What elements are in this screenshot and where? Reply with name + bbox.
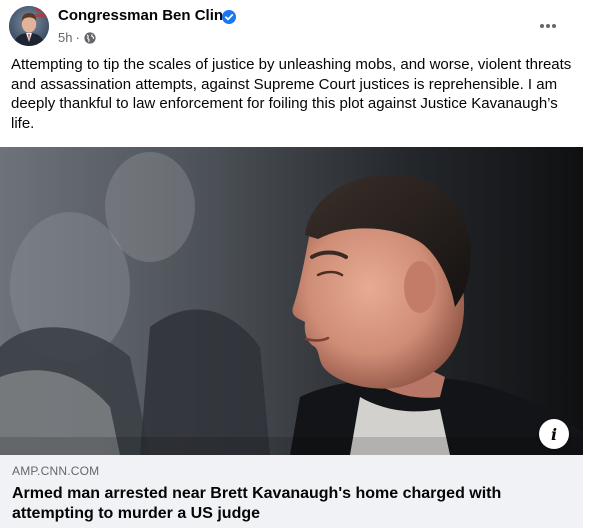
avatar-photo [9, 6, 49, 46]
post-timestamp[interactable]: 5h [58, 30, 72, 45]
facebook-post: Congressman Ben Cline 5h · Attempting to… [0, 0, 589, 528]
post-header: Congressman Ben Cline 5h · [0, 0, 589, 52]
info-icon: i [550, 424, 558, 444]
link-preview-image[interactable]: i [0, 147, 583, 455]
more-options-icon [540, 24, 556, 28]
meta-separator: · [75, 30, 80, 45]
news-photo [0, 147, 583, 455]
frame-edge [583, 147, 589, 528]
link-preview-meta[interactable]: AMP.CNN.COM Armed man arrested near Bret… [0, 455, 583, 528]
post-body-text: Attempting to tip the scales of justice … [11, 56, 572, 132]
link-domain: AMP.CNN.COM [12, 464, 100, 478]
author-avatar[interactable] [9, 6, 49, 46]
verified-badge-icon [222, 10, 236, 24]
more-options-button[interactable] [530, 8, 566, 44]
globe-icon[interactable] [84, 31, 96, 44]
post-meta: 5h · [58, 30, 96, 45]
link-title[interactable]: Armed man arrested near Brett Kavanaugh'… [12, 484, 572, 524]
author-name[interactable]: Congressman Ben Cline [58, 7, 231, 24]
info-button[interactable]: i [539, 419, 569, 449]
